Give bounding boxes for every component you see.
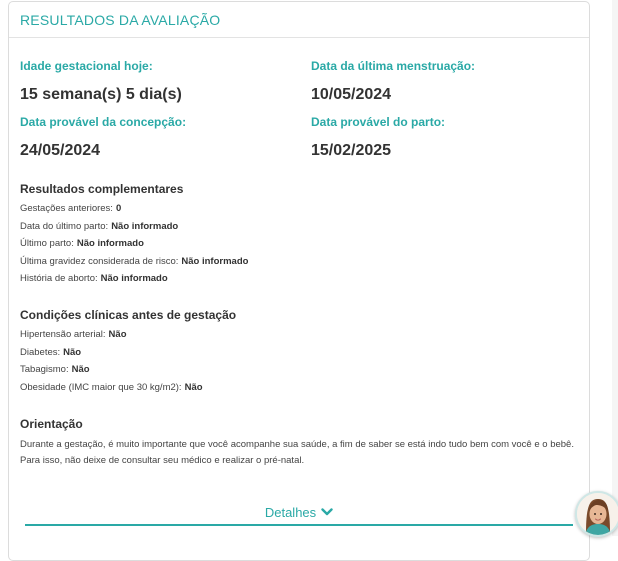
clinical-conditions-title: Condições clínicas antes de gestação <box>20 308 237 322</box>
list-item: Última gravidez considerada de risco: Não… <box>20 255 249 267</box>
list-item: Data do último parto: Não informado <box>20 220 179 232</box>
gestational-age-value: 15 semana(s) 5 dia(s) <box>20 86 182 103</box>
list-item: Gestações anteriores: 0 <box>20 203 122 214</box>
clinical-conditions-section: Condições clínicas antes de gestação Hip… <box>20 308 580 396</box>
orientation-text: Durante a gestação, é muito importante q… <box>20 439 574 466</box>
due-date-value: 15/02/2025 <box>311 142 392 159</box>
conception-date-value: 24/05/2024 <box>20 142 101 159</box>
card-header: RESULTADOS DA AVALIAÇÃO <box>9 2 589 38</box>
assistant-avatar-button[interactable] <box>575 491 618 537</box>
chevron-down-icon <box>321 508 333 516</box>
results-card: RESULTADOS DA AVALIAÇÃO Idade gestaciona… <box>8 1 590 561</box>
last-period-value: 10/05/2024 <box>311 86 392 103</box>
orientation-section: Orientação Durante a gestação, é muito i… <box>20 417 580 469</box>
last-period-label: Data da última menstruação: <box>311 59 476 73</box>
details-toggle-button[interactable]: Detalhes <box>25 500 573 526</box>
scrollbar[interactable] <box>612 0 618 536</box>
list-item: História de aborto: Não informado <box>20 273 168 284</box>
list-item: Tabagismo: Não <box>20 364 90 375</box>
assistant-avatar-icon <box>577 493 618 535</box>
card-title: RESULTADOS DA AVALIAÇÃO <box>20 11 221 28</box>
list-item: Diabetes: Não <box>20 346 82 358</box>
list-item: Hipertensão arterial: Não <box>20 329 127 340</box>
list-item: Último parto: Não informado <box>20 238 144 249</box>
conception-date-label: Data provável da concepção: <box>20 115 187 129</box>
details-label: Detalhes <box>264 504 317 520</box>
gestational-age-label: Idade gestacional hoje: <box>20 59 153 73</box>
complementary-results-title: Resultados complementares <box>20 182 184 196</box>
complementary-results-section: Resultados complementares Gestações ante… <box>20 182 580 288</box>
list-item: Obesidade (IMC maior que 30 kg/m2): Não <box>20 381 203 393</box>
orientation-title: Orientação <box>20 417 83 431</box>
due-date-label: Data provável do parto: <box>311 115 446 129</box>
